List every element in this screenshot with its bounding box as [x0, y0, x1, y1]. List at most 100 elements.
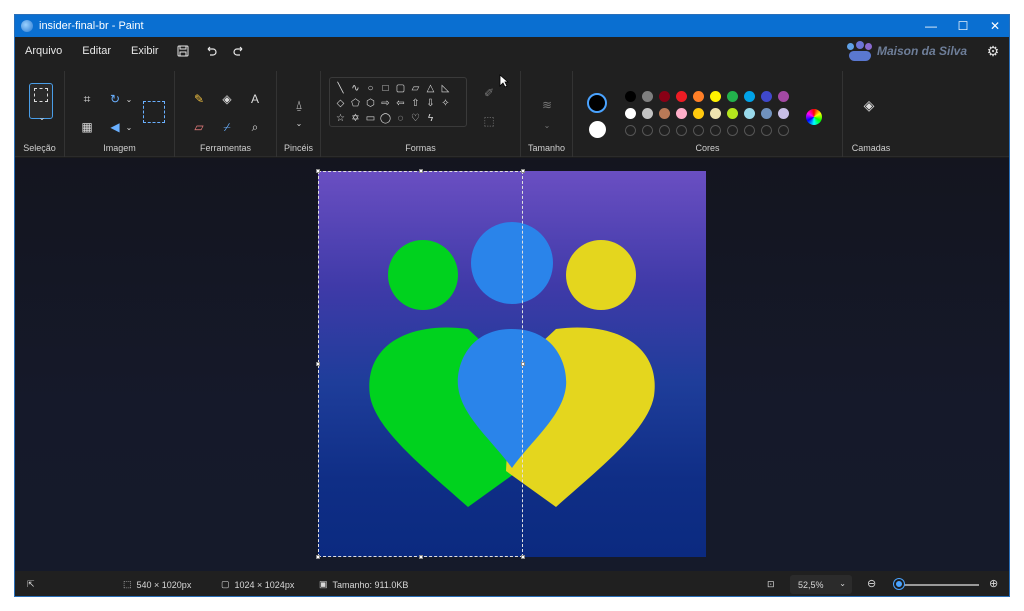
shape-arrow-right-icon[interactable]: ⇨ — [379, 97, 392, 111]
zoom-slider-track[interactable] — [895, 584, 979, 586]
shape-line-icon[interactable]: ╲ — [334, 82, 347, 96]
color-swatch[interactable] — [625, 108, 636, 119]
shape-diamond-icon[interactable]: ◇ — [334, 97, 347, 111]
save-icon[interactable] — [169, 37, 197, 65]
color-swatch[interactable] — [744, 91, 755, 102]
maximize-button[interactable]: ☐ — [947, 15, 979, 37]
brush-chevron-icon[interactable]: ⌄ — [289, 113, 309, 133]
selection-handle[interactable] — [521, 169, 525, 173]
selection-handle[interactable] — [316, 362, 320, 366]
shape-pentagon-icon[interactable]: ⬠ — [349, 97, 362, 111]
resize-image-icon[interactable] — [143, 101, 165, 123]
selection-handle[interactable] — [521, 362, 525, 366]
shape-callout-oval-icon[interactable]: ◯ — [379, 112, 392, 126]
color-swatch[interactable] — [710, 108, 721, 119]
shape-arrow-left-icon[interactable]: ⇦ — [394, 97, 407, 111]
flip-chevron-icon[interactable]: ⌄ — [119, 117, 139, 137]
zoom-out-icon[interactable]: ⊖ — [867, 577, 876, 590]
color-swatch[interactable] — [676, 108, 687, 119]
color-swatch[interactable] — [676, 91, 687, 102]
color-swatch[interactable] — [710, 91, 721, 102]
rotate-chevron-icon[interactable]: ⌄ — [119, 89, 139, 109]
selection-handle[interactable] — [419, 555, 423, 559]
color-swatch[interactable] — [778, 91, 789, 102]
redo-icon[interactable] — [225, 37, 253, 65]
fill-bucket-icon[interactable]: ◈ — [217, 89, 237, 109]
custom-color-slot[interactable] — [761, 125, 772, 136]
shape-callout-cloud-icon[interactable]: ◌ — [394, 112, 407, 126]
shape-hexagon-icon[interactable]: ⬡ — [364, 97, 377, 111]
shape-curve-icon[interactable]: ∿ — [349, 82, 362, 96]
pencil-icon[interactable]: ✎ — [189, 89, 209, 109]
custom-color-slot[interactable] — [659, 125, 670, 136]
layers-icon[interactable]: ◈ — [859, 95, 879, 115]
shape-polygon-icon[interactable]: ▱ — [409, 82, 422, 96]
size-chevron-icon[interactable]: ⌄ — [537, 115, 557, 135]
custom-color-slot[interactable] — [625, 125, 636, 136]
shape-lightning-icon[interactable]: ϟ — [424, 112, 437, 126]
crop-icon[interactable]: ⌗ — [77, 89, 97, 109]
color-swatch[interactable] — [659, 108, 670, 119]
shape-heart-icon[interactable]: ♡ — [409, 112, 422, 126]
color-swatch[interactable] — [625, 91, 636, 102]
selection-rectangle[interactable] — [316, 169, 525, 559]
custom-color-slot[interactable] — [744, 125, 755, 136]
shape-rounded-rect-icon[interactable]: ▢ — [394, 82, 407, 96]
eraser-icon[interactable]: ▱ — [189, 117, 209, 137]
remove-background-icon[interactable]: ▦ — [77, 117, 97, 137]
color-swatch[interactable] — [744, 108, 755, 119]
selection-handle[interactable] — [419, 169, 423, 173]
magnifier-icon[interactable]: ⌕ — [245, 117, 265, 137]
text-tool-icon[interactable]: A — [245, 89, 265, 109]
custom-color-slot[interactable] — [710, 125, 721, 136]
shape-star6-icon[interactable]: ✡ — [349, 112, 362, 126]
secondary-color[interactable] — [589, 121, 606, 138]
shape-callout-rect-icon[interactable]: ▭ — [364, 112, 377, 126]
custom-color-slot[interactable] — [778, 125, 789, 136]
color-swatch[interactable] — [693, 108, 704, 119]
shape-right-triangle-icon[interactable]: ◺ — [439, 82, 452, 96]
settings-gear-icon[interactable]: ⚙ — [983, 41, 1003, 61]
color-swatch[interactable] — [778, 108, 789, 119]
color-swatch[interactable] — [761, 91, 772, 102]
color-swatch[interactable] — [761, 108, 772, 119]
custom-color-slot[interactable] — [727, 125, 738, 136]
shape-fill-icon[interactable]: ⬚ — [479, 111, 499, 131]
zoom-slider-thumb[interactable] — [894, 579, 904, 589]
primary-color[interactable] — [587, 93, 607, 113]
menu-editar[interactable]: Editar — [72, 37, 121, 65]
color-swatch[interactable] — [693, 91, 704, 102]
size-lines-icon[interactable]: ≋ — [537, 95, 557, 115]
custom-color-slot[interactable] — [693, 125, 704, 136]
selection-handle[interactable] — [316, 169, 320, 173]
shape-outline-icon[interactable]: ✐ — [479, 83, 499, 103]
menu-arquivo[interactable]: Arquivo — [15, 37, 72, 65]
selection-handle[interactable] — [521, 555, 525, 559]
color-picker-icon[interactable]: ⌿ — [217, 117, 237, 137]
shape-arrow-down-icon[interactable]: ⇩ — [424, 97, 437, 111]
shape-triangle-icon[interactable]: △ — [424, 82, 437, 96]
shape-rectangle-icon[interactable]: □ — [379, 82, 392, 96]
selection-handle[interactable] — [316, 555, 320, 559]
color-swatch[interactable] — [642, 108, 653, 119]
color-swatch[interactable] — [659, 91, 670, 102]
edit-colors-icon[interactable] — [806, 109, 822, 125]
shape-star5-icon[interactable]: ☆ — [334, 112, 347, 126]
shape-oval-icon[interactable]: ○ — [364, 82, 377, 96]
brush-icon[interactable]: ⍙ — [289, 95, 309, 115]
color-swatch[interactable] — [642, 91, 653, 102]
color-swatch[interactable] — [727, 108, 738, 119]
custom-color-slot[interactable] — [642, 125, 653, 136]
zoom-dropdown[interactable]: 52,5% ⌄ — [790, 575, 852, 594]
undo-icon[interactable] — [197, 37, 225, 65]
close-button[interactable]: ✕ — [979, 15, 1009, 37]
menu-exibir[interactable]: Exibir — [121, 37, 169, 65]
shape-arrow-up-icon[interactable]: ⇧ — [409, 97, 422, 111]
workspace[interactable] — [15, 74, 1009, 571]
minimize-button[interactable]: — — [915, 15, 947, 37]
color-swatch[interactable] — [727, 91, 738, 102]
shape-star4-icon[interactable]: ✧ — [439, 97, 452, 111]
zoom-in-icon[interactable]: ⊕ — [989, 577, 998, 590]
selection-chevron-down-icon[interactable]: ⌄ — [32, 107, 52, 127]
fit-to-window-icon[interactable]: ⊡ — [767, 579, 780, 590]
